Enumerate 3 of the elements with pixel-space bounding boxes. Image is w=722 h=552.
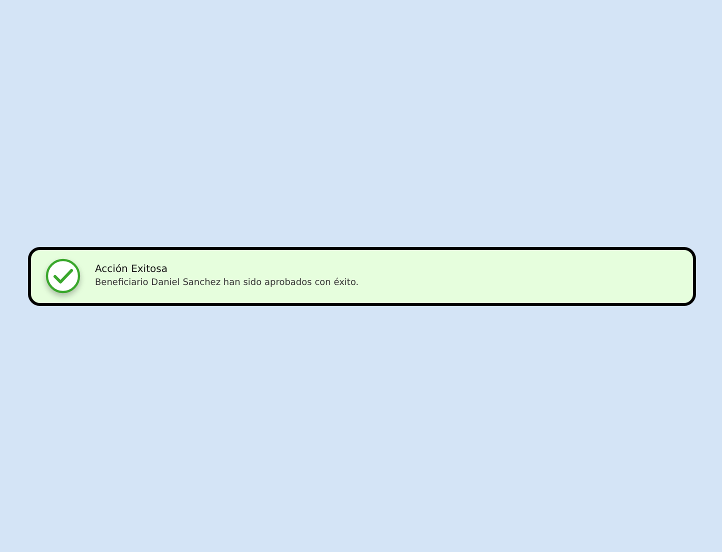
alert-title: Acción Exitosa — [95, 264, 168, 275]
alert-message: Beneficiario Daniel Sanchez han sido aprobados con éxito. — [95, 278, 359, 288]
check-icon — [45, 258, 81, 294]
